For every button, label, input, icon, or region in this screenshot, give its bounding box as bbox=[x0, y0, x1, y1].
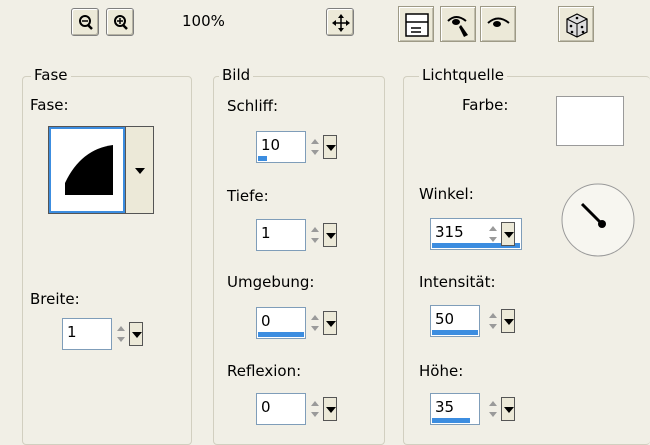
umgebung-updown[interactable] bbox=[308, 311, 322, 335]
chevron-down-icon bbox=[504, 319, 514, 325]
reflexion-label: Reflexion: bbox=[227, 362, 302, 380]
chevron-down-icon bbox=[326, 321, 336, 327]
fase-group-title: Fase bbox=[31, 66, 71, 84]
hoehe-value: 35 bbox=[435, 398, 455, 416]
chevron-down-icon bbox=[326, 407, 336, 413]
breite-label: Breite: bbox=[30, 290, 80, 308]
hoehe-label: Höhe: bbox=[419, 362, 464, 380]
breite-value: 1 bbox=[67, 323, 77, 341]
zoom-in-icon bbox=[114, 15, 128, 30]
farbe-label: Farbe: bbox=[462, 96, 509, 114]
tiefe-value: 1 bbox=[261, 224, 271, 242]
tiefe-updown[interactable] bbox=[308, 223, 322, 247]
hoehe-level-bar bbox=[432, 418, 470, 423]
eye-pen-icon bbox=[447, 16, 468, 37]
schliff-dropdown[interactable] bbox=[323, 135, 337, 159]
hoehe-spinner[interactable]: 35 bbox=[430, 393, 530, 425]
fase-preview[interactable] bbox=[48, 126, 154, 214]
zoom-out-icon bbox=[79, 15, 93, 30]
breite-spinner[interactable]: 1 bbox=[62, 318, 162, 350]
reflexion-value: 0 bbox=[261, 398, 271, 416]
schliff-level-bar bbox=[258, 156, 267, 161]
schliff-input[interactable]: 10 bbox=[256, 131, 306, 163]
lichtquelle-group-title: Lichtquelle bbox=[419, 66, 507, 84]
chevron-down-icon bbox=[326, 233, 336, 239]
schliff-label: Schliff: bbox=[227, 97, 278, 115]
schliff-spinner[interactable]: 10 bbox=[256, 131, 356, 163]
hoehe-input[interactable]: 35 bbox=[430, 393, 480, 425]
farbe-swatch[interactable] bbox=[556, 96, 624, 146]
pan-icon bbox=[332, 14, 350, 32]
umgebung-input[interactable]: 0 bbox=[256, 307, 306, 339]
umgebung-value: 0 bbox=[261, 312, 271, 330]
chevron-down-icon bbox=[504, 232, 514, 238]
tiefe-dropdown[interactable] bbox=[323, 223, 337, 247]
zoom-in-button[interactable] bbox=[106, 8, 134, 36]
eye-icon bbox=[487, 17, 510, 27]
random-button[interactable] bbox=[558, 6, 594, 42]
zoom-out-button[interactable] bbox=[71, 8, 99, 36]
intensitaet-dropdown[interactable] bbox=[501, 309, 515, 333]
breite-updown[interactable] bbox=[114, 322, 128, 346]
fase-dropdown-button[interactable] bbox=[125, 127, 153, 213]
winkel-value: 315 bbox=[435, 223, 464, 241]
schliff-updown[interactable] bbox=[308, 135, 322, 159]
umgebung-dropdown[interactable] bbox=[323, 311, 337, 335]
reflexion-dropdown[interactable] bbox=[323, 397, 337, 421]
hoehe-dropdown[interactable] bbox=[501, 397, 515, 421]
umgebung-spinner[interactable]: 0 bbox=[256, 307, 356, 339]
breite-dropdown[interactable] bbox=[129, 322, 143, 346]
schliff-value: 10 bbox=[261, 136, 281, 154]
intensitaet-input[interactable]: 50 bbox=[430, 305, 480, 337]
bild-group-title: Bild bbox=[219, 66, 254, 84]
chevron-down-icon bbox=[504, 407, 514, 413]
eye-pen-button[interactable] bbox=[440, 6, 476, 42]
tiefe-input[interactable]: 1 bbox=[256, 219, 306, 251]
reflexion-spinner[interactable]: 0 bbox=[256, 393, 356, 425]
intensitaet-value: 50 bbox=[435, 310, 455, 328]
winkel-spinner[interactable]: 315 bbox=[430, 218, 530, 250]
winkel-dropdown[interactable] bbox=[501, 222, 515, 246]
dice-icon bbox=[566, 13, 588, 38]
layout-button[interactable] bbox=[398, 6, 434, 42]
intensitaet-updown[interactable] bbox=[486, 309, 500, 333]
reflexion-input[interactable]: 0 bbox=[256, 393, 306, 425]
chevron-down-icon bbox=[326, 145, 336, 151]
tiefe-spinner[interactable]: 1 bbox=[256, 219, 356, 251]
reflexion-updown[interactable] bbox=[308, 397, 322, 421]
umgebung-level-bar bbox=[258, 332, 304, 337]
hoehe-updown[interactable] bbox=[486, 397, 500, 421]
umgebung-label: Umgebung: bbox=[227, 273, 315, 291]
layout-icon bbox=[405, 13, 429, 37]
breite-input[interactable]: 1 bbox=[62, 318, 112, 350]
intensitaet-level-bar bbox=[432, 330, 478, 335]
eye-button[interactable] bbox=[480, 6, 516, 42]
chevron-down-icon bbox=[132, 332, 142, 338]
winkel-label: Winkel: bbox=[419, 185, 474, 203]
tiefe-label: Tiefe: bbox=[227, 187, 269, 205]
intensitaet-spinner[interactable]: 50 bbox=[430, 305, 530, 337]
angle-dial[interactable] bbox=[560, 182, 636, 258]
zoom-level: 100% bbox=[182, 12, 225, 30]
intensitaet-label: Intensität: bbox=[419, 273, 496, 291]
fase-label: Fase: bbox=[30, 96, 69, 114]
pan-button[interactable] bbox=[326, 8, 354, 36]
chevron-down-icon bbox=[135, 168, 145, 174]
winkel-updown[interactable] bbox=[486, 222, 500, 246]
